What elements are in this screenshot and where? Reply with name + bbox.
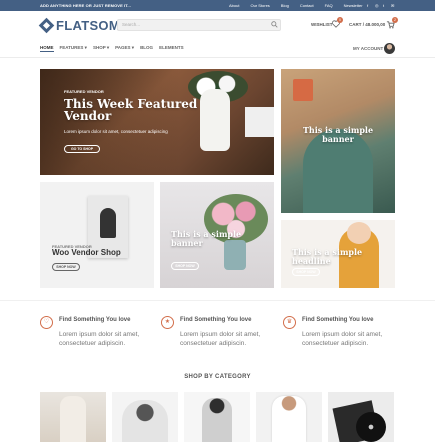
category-card[interactable] [328,392,394,442]
banner-title: Woo Vendor Shop [52,248,121,257]
feature-text: Lorem ipsum dolor sit amet, consectetuer… [302,331,383,348]
vendor-shop-banner[interactable]: FEATURED VENDOR Woo Vendor Shop SHOP NOW [40,182,154,288]
nav-item-shop[interactable]: SHOP ▾ [93,45,109,52]
simple-headline-banner[interactable]: This is a simple headline SHOP NOW [281,220,395,288]
feature-text: Lorem ipsum dolor sit amet, consectetuer… [59,331,140,348]
top-link-faq[interactable]: FAQ [325,3,333,8]
go-to-shop-button[interactable]: GO TO SHOP [64,145,100,153]
facebook-icon[interactable]: f [367,3,371,8]
search-icon[interactable] [271,21,278,28]
my-account-link[interactable]: MY ACCOUNT [353,46,383,51]
email-icon[interactable]: ✉ [391,3,395,8]
nav-item-pages[interactable]: PAGES ▾ [115,45,134,52]
shop-now-button[interactable]: SHOP NOW [171,262,199,270]
featured-vendor-banner[interactable]: FEATURED VENDOR This Week Featured Vendo… [40,69,274,175]
wishlist-count-badge: 0 [337,17,343,23]
category-card[interactable] [112,392,178,442]
section-divider [0,300,435,301]
category-card[interactable] [256,392,322,442]
top-link-stores[interactable]: Our Stores [250,3,269,8]
banner-title-line2: banner [322,134,354,144]
banner-kicker: FEATURED VENDOR [64,89,104,94]
banner-vase-image [200,89,230,151]
gift-icon: ♛ [283,316,296,329]
category-section-title: SHOP BY CATEGORY [184,374,251,380]
shop-now-button[interactable]: SHOP NOW [292,268,320,276]
banner-subtitle: Lorem ipsum dolor sit amet, consectetuer… [64,129,168,134]
avatar[interactable] [384,43,395,54]
instagram-icon[interactable]: ◎ [375,3,379,8]
logo-mark-icon [38,17,55,33]
top-link-newsletter[interactable]: Newsletter [344,3,363,8]
top-link-contact[interactable]: Contact [300,3,314,8]
feature-title: Find Something You love [59,317,131,323]
social-icons: f ◎ t ✉ [367,3,395,8]
banner-title-line2: headline [292,256,331,266]
category-card[interactable] [184,392,250,442]
cart-count-badge: 2 [392,17,398,23]
nav-item-home[interactable]: HOME [40,45,54,52]
search-input[interactable]: Search... [117,19,281,31]
nav-item-blog[interactable]: BLOG [140,45,153,52]
category-card[interactable] [40,392,106,442]
top-bar: ADD ANYTHING HERE OR JUST REMOVE IT... A… [0,0,435,11]
banner-title-line2: banner [171,238,203,248]
nav-item-features[interactable]: FEATURES ▾ [60,45,87,52]
top-link-blog[interactable]: Blog [281,3,289,8]
feature-text: Lorem ipsum dolor sit amet, consectetuer… [180,331,261,348]
banner-title-line2: Vendor [64,109,112,123]
simple-banner-tall[interactable]: This is a simple banner [281,69,395,213]
cart-link[interactable]: CART / 48.000,00 [349,22,385,27]
shop-now-button[interactable]: SHOP NOW [52,263,80,271]
top-link-about[interactable]: About [229,3,239,8]
nav-item-elements[interactable]: ELEMENTS [159,45,184,52]
header-divider [0,57,435,58]
logo[interactable]: FLATSOME [38,17,129,33]
banner-plate-image [245,107,274,137]
twitter-icon[interactable]: t [383,3,387,8]
top-links: About Our Stores Blog Contact FAQ Newsle… [229,3,363,8]
main-nav: HOME FEATURES ▾ SHOP ▾ PAGES ▾ BLOG ELEM… [40,45,184,52]
star-icon: ★ [161,316,174,329]
wishlist-link[interactable]: WISHLIST [311,22,333,27]
promo-text: ADD ANYTHING HERE OR JUST REMOVE IT... [40,3,131,8]
feature-title: Find Something You love [302,317,374,323]
banner-vase-image [224,240,246,270]
feature-title: Find Something You love [180,317,252,323]
simple-banner-flowers[interactable]: This is a simple banner SHOP NOW [160,182,274,288]
banner-cup-image [293,79,313,101]
heart-icon: ♡ [40,316,53,329]
